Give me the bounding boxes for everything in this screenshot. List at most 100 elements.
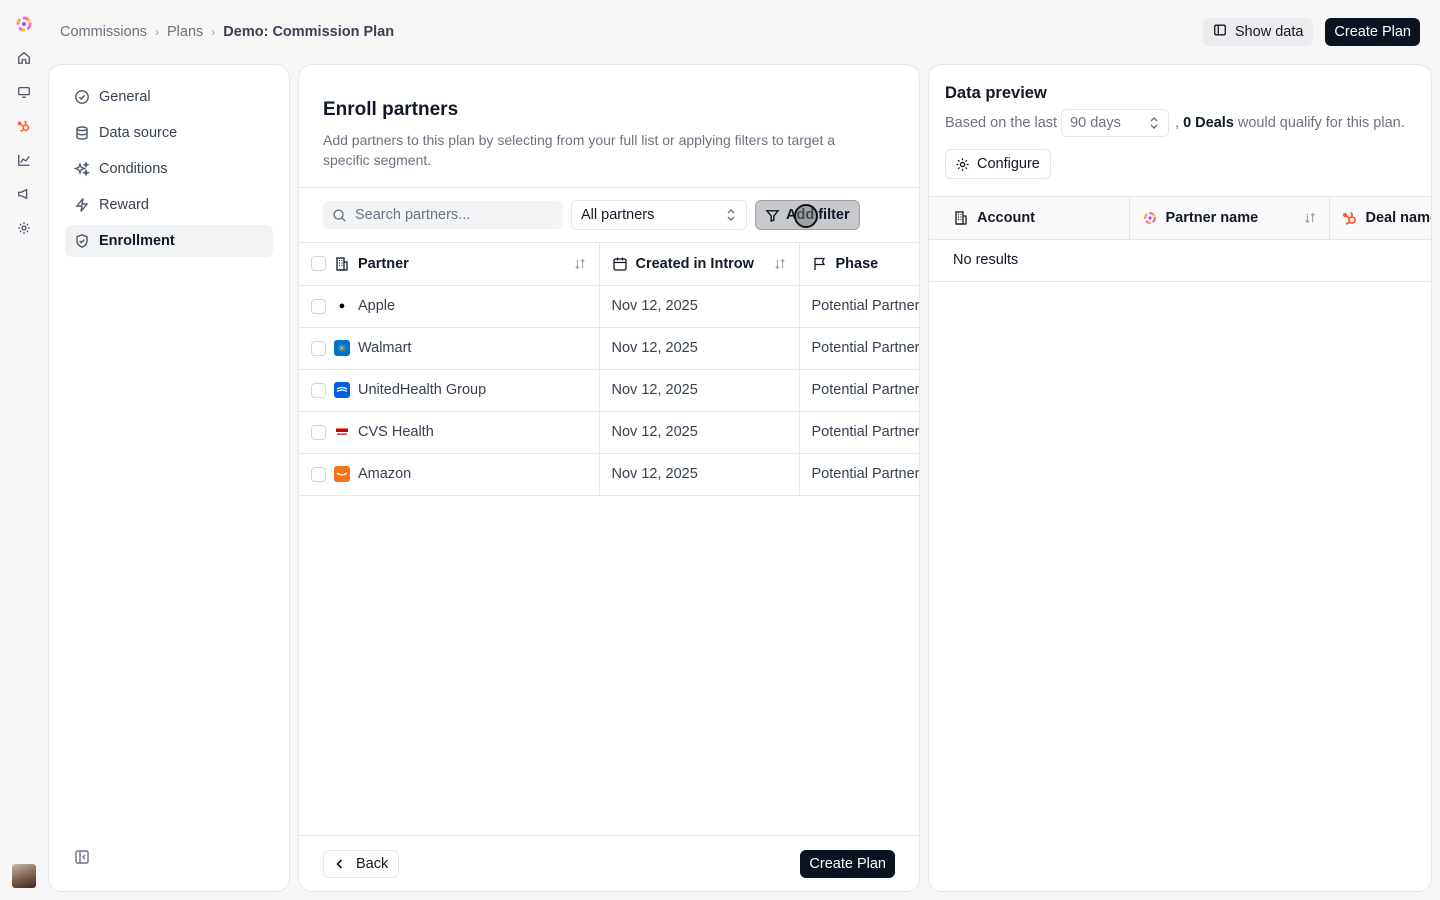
row-checkbox[interactable] <box>311 298 326 314</box>
check-circle-icon <box>75 90 89 104</box>
search-icon <box>333 208 346 222</box>
no-results-text: No results <box>929 239 1431 282</box>
app-logo-icon[interactable] <box>12 12 36 36</box>
select-all-checkbox[interactable] <box>311 256 326 272</box>
partner-name: CVS Health <box>358 424 434 440</box>
step-data-source[interactable]: Data source <box>65 117 273 149</box>
create-plan-header-button[interactable]: Create Plan <box>1325 18 1420 46</box>
monitor-icon[interactable] <box>12 80 36 104</box>
chevron-right-icon: › <box>155 25 160 39</box>
column-label: Created in Introw <box>635 255 754 272</box>
unitedhealth-logo-icon <box>334 382 350 398</box>
building-icon <box>955 211 967 225</box>
step-label: General <box>99 89 151 105</box>
step-label: Data source <box>99 125 178 141</box>
step-conditions[interactable]: Conditions <box>65 153 273 185</box>
megaphone-icon[interactable] <box>12 182 36 206</box>
home-icon[interactable] <box>12 46 36 70</box>
breadcrumb-current: Demo: Commission Plan <box>223 24 395 40</box>
configure-button[interactable]: Configure <box>945 149 1051 179</box>
sparkles-icon <box>74 161 90 177</box>
create-plan-footer-button[interactable]: Create Plan <box>800 849 895 878</box>
phase-value: Potential Partner <box>811 298 920 314</box>
step-label: Enrollment <box>99 233 175 249</box>
created-date: Nov 12, 2025 <box>611 466 698 482</box>
step-enrollment[interactable]: Enrollment <box>65 225 273 257</box>
column-label: Partner name <box>1165 209 1259 226</box>
qualify-text: would qualify for this plan. <box>1237 115 1405 131</box>
search-partners-input[interactable] <box>355 207 545 223</box>
column-label: Deal name <box>1365 209 1432 226</box>
created-date: Nov 12, 2025 <box>611 382 698 398</box>
column-label: Account <box>977 209 1035 226</box>
sidebar-collapse-icon[interactable] <box>74 849 90 868</box>
walmart-logo-icon: ✳ <box>334 340 350 356</box>
configure-label: Configure <box>977 156 1040 172</box>
step-reward[interactable]: Reward <box>65 189 273 221</box>
chart-icon[interactable] <box>12 148 36 172</box>
cvs-logo-icon <box>334 424 350 440</box>
app-logo-icon <box>1143 211 1156 224</box>
partner-name: UnitedHealth Group <box>358 382 487 398</box>
column-partner[interactable]: Partner <box>299 243 600 286</box>
chevrons-up-down-icon <box>727 209 735 221</box>
based-on-text: Based on the last <box>945 115 1058 131</box>
partners-table: Partner Created in Introw Phase ● Apple … <box>299 243 919 496</box>
chevrons-up-down-icon <box>1150 117 1158 129</box>
table-row[interactable]: ● Apple Nov 12, 2025 Potential Partner <box>299 285 920 328</box>
row-checkbox[interactable] <box>311 424 326 440</box>
breadcrumb: Commissions › Plans › Demo: Commission P… <box>60 24 394 40</box>
breadcrumb-plans[interactable]: Plans <box>167 24 203 40</box>
apple-logo-icon: ● <box>334 298 350 314</box>
back-label: Back <box>356 855 389 872</box>
column-created[interactable]: Created in Introw <box>599 243 800 286</box>
row-checkbox[interactable] <box>311 340 326 356</box>
created-date: Nov 12, 2025 <box>611 298 698 314</box>
steps-panel: General Data source Conditions Reward En… <box>48 64 290 892</box>
settings-gear-icon[interactable] <box>12 216 36 240</box>
filter-icon <box>765 209 780 222</box>
flag-icon <box>813 257 825 270</box>
add-filter-button[interactable]: Add filter <box>755 200 860 230</box>
table-row[interactable]: Amazon Nov 12, 2025 Potential Partner <box>299 453 919 496</box>
top-bar: Commissions › Plans › Demo: Commission P… <box>48 0 1440 64</box>
phase-value: Potential Partner <box>811 382 920 398</box>
period-value: 90 days <box>1070 115 1121 131</box>
show-data-label: Show data <box>1234 24 1304 40</box>
period-select[interactable]: 90 days <box>1061 109 1170 137</box>
enroll-footer: Back Create Plan <box>299 835 919 891</box>
chevron-left-icon <box>336 858 343 869</box>
settings-gear-icon <box>956 157 969 171</box>
created-date: Nov 12, 2025 <box>611 424 698 440</box>
partner-name: Walmart <box>358 340 412 356</box>
sort-icon[interactable] <box>773 257 787 271</box>
back-button[interactable]: Back <box>323 849 400 878</box>
table-header-row: Account Partner name Deal name <box>929 197 1432 240</box>
column-phase[interactable]: Phase <box>799 243 919 286</box>
step-general[interactable]: General <box>65 81 273 113</box>
show-data-button[interactable]: Show data <box>1202 18 1314 46</box>
phase-value: Potential Partner <box>811 340 920 356</box>
data-preview-panel: Data preview Based on the last 90 days ,… <box>928 64 1432 892</box>
enroll-description: Add partners to this plan by selecting f… <box>323 132 836 168</box>
partners-scope-select[interactable]: All partners <box>571 200 747 230</box>
user-avatar[interactable] <box>12 864 36 888</box>
sort-icon[interactable] <box>1303 211 1317 225</box>
deals-count: 0 Deals <box>1183 115 1234 131</box>
column-deal-name[interactable]: Deal name <box>1329 197 1432 240</box>
column-partner-name[interactable]: Partner name <box>1129 197 1330 240</box>
table-row[interactable]: CVS Health Nov 12, 2025 Potential Partne… <box>299 411 919 454</box>
table-row[interactable]: ✳ Walmart Nov 12, 2025 Potential Partner <box>299 327 920 370</box>
hubspot-icon[interactable] <box>12 114 36 138</box>
bolt-icon <box>75 198 89 212</box>
table-row[interactable]: UnitedHealth Group Nov 12, 2025 Potentia… <box>299 369 920 412</box>
partner-name: Amazon <box>358 466 412 482</box>
row-checkbox[interactable] <box>311 466 326 482</box>
column-account[interactable]: Account <box>929 197 1130 240</box>
sort-icon[interactable] <box>573 257 587 271</box>
partner-name: Apple <box>358 298 396 314</box>
comma-text: , <box>1175 115 1180 131</box>
row-checkbox[interactable] <box>311 382 326 398</box>
enroll-toolbar: All partners Add filter <box>299 188 919 243</box>
breadcrumb-commissions[interactable]: Commissions <box>60 24 147 40</box>
